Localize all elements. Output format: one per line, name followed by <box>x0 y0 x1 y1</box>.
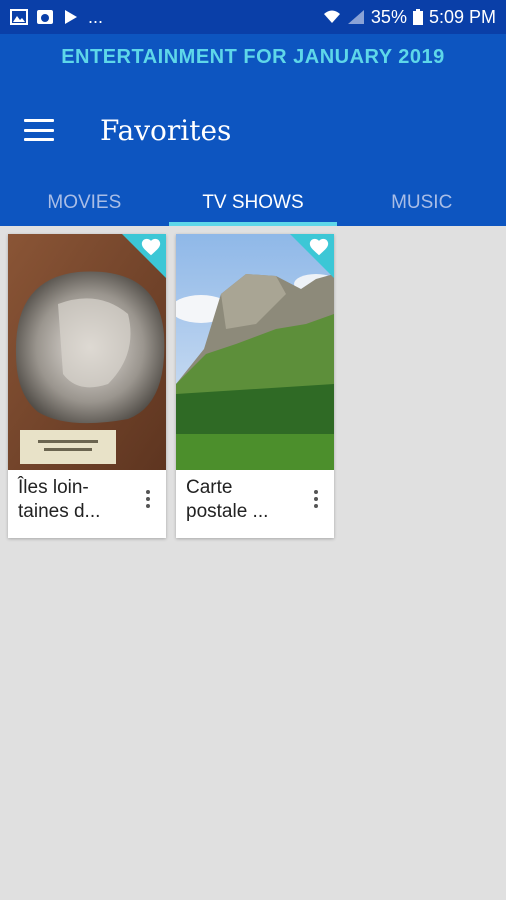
more-options-icon[interactable] <box>138 484 158 514</box>
tab-bar: MOVIES TV SHOWS MUSIC <box>0 180 506 226</box>
heart-icon[interactable] <box>308 236 330 258</box>
clock: 5:09 PM <box>428 6 496 27</box>
card-thumbnail <box>176 234 334 470</box>
weather-icon <box>37 10 53 24</box>
favorite-card[interactable]: Îles loin- taines d... <box>8 234 166 538</box>
favorites-grid: Îles loin- taines d... Carte postale ... <box>0 226 506 538</box>
image-icon <box>10 9 28 25</box>
tab-tv-shows[interactable]: TV SHOWS <box>168 180 338 226</box>
heart-icon[interactable] <box>140 236 162 258</box>
favorite-card[interactable]: Carte postale ... <box>176 234 334 538</box>
signal-icon <box>347 10 364 24</box>
card-thumbnail <box>8 234 166 470</box>
card-title: Carte postale ... <box>186 477 269 522</box>
card-title: Îles loin- taines d... <box>18 477 101 522</box>
more-options-icon[interactable] <box>306 484 326 514</box>
battery-icon <box>412 9 423 25</box>
tab-movies[interactable]: MOVIES <box>0 180 169 226</box>
app-header: ENTERTAINMENT FOR JANUARY 2019 Favorites… <box>0 34 506 226</box>
notification-overflow: ... <box>88 6 104 27</box>
wifi-icon <box>323 10 340 23</box>
toolbar: Favorites <box>0 80 506 180</box>
battery-percent: 35% <box>370 6 407 27</box>
menu-icon[interactable] <box>24 119 54 141</box>
tab-music[interactable]: MUSIC <box>337 180 506 226</box>
status-bar: ... 35% 5:09 PM <box>0 0 506 34</box>
page-title: Favorites <box>100 113 232 147</box>
play-icon <box>65 10 77 24</box>
header-banner: ENTERTAINMENT FOR JANUARY 2019 <box>61 45 445 68</box>
